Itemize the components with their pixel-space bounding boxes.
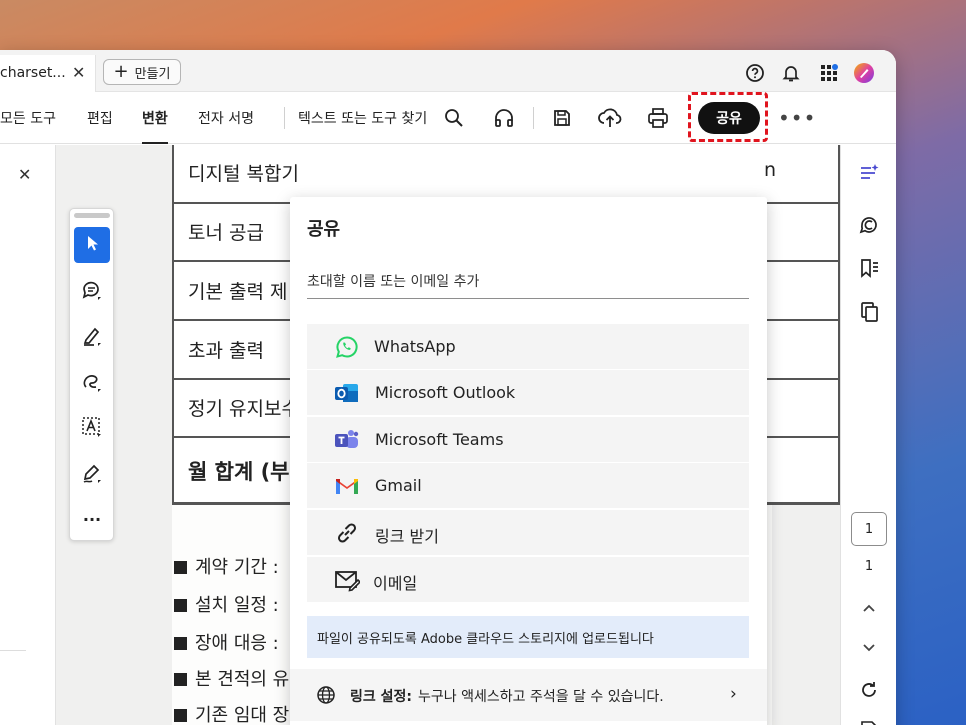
upload-icon[interactable] xyxy=(598,106,622,130)
text-box-tool[interactable] xyxy=(74,411,110,447)
share-panel: 공유 초대할 이름 또는 이메일 추가 WhatsApp Microsoft O… xyxy=(290,197,767,725)
table-cell: 정기 유지보수 xyxy=(188,398,299,420)
share-option-label: Microsoft Outlook xyxy=(375,383,516,402)
document-tab[interactable]: charset... ✕ xyxy=(0,55,96,92)
close-panel-icon[interactable]: ✕ xyxy=(18,165,31,184)
share-button[interactable]: 공유 xyxy=(698,102,760,134)
print-icon[interactable] xyxy=(646,106,670,130)
table-cell: 월 합계 (부 xyxy=(188,460,290,484)
save-icon[interactable] xyxy=(550,106,574,130)
table-cell: 디지털 복합기 xyxy=(188,163,299,185)
menu-convert[interactable]: 변환 xyxy=(142,108,168,144)
share-panel-title: 공유 xyxy=(307,219,341,240)
select-icon xyxy=(83,234,101,256)
pages-icon[interactable] xyxy=(857,300,881,324)
tab-title: charset... xyxy=(0,65,66,81)
link-settings-label: 링크 설정: xyxy=(350,689,412,705)
app-window: charset... ✕ + 만들기 모든 도구 편집 변환 전자 서명 텍스트… xyxy=(0,50,896,725)
invite-input[interactable]: 초대할 이름 또는 이메일 추가 xyxy=(307,267,749,299)
link-settings-value: 누구나 액세스하고 주석을 달 수 있습니다. xyxy=(418,689,664,705)
more-options-icon[interactable]: ••• xyxy=(778,106,816,130)
whatsapp-icon xyxy=(334,334,360,360)
panel-divider xyxy=(0,650,26,651)
outlook-icon xyxy=(334,380,360,406)
teams-icon xyxy=(334,427,360,453)
draw-icon xyxy=(81,371,103,397)
highlight-icon xyxy=(81,325,103,351)
chevron-up-icon[interactable] xyxy=(857,597,881,621)
share-option-teams[interactable]: Microsoft Teams xyxy=(307,417,749,462)
share-option-label: Microsoft Teams xyxy=(375,430,504,449)
ai-assistant-icon[interactable] xyxy=(857,161,881,185)
toolbar-divider xyxy=(533,107,534,129)
sign-tool[interactable] xyxy=(74,457,110,493)
select-tool[interactable] xyxy=(74,227,110,263)
share-option-label: 링크 받기 xyxy=(375,527,439,546)
toolbar-divider xyxy=(284,107,285,129)
email-icon xyxy=(334,567,360,593)
menu-edit[interactable]: 편집 xyxy=(87,108,113,128)
bookmarks-icon[interactable] xyxy=(857,256,881,280)
share-option-label: 이메일 xyxy=(373,574,418,593)
current-page-input[interactable]: 1 xyxy=(851,512,887,546)
share-option-get-link[interactable]: 링크 받기 xyxy=(307,510,749,555)
comment-icon xyxy=(81,279,103,305)
link-icon xyxy=(334,520,360,546)
more-tools-button[interactable]: ··· xyxy=(74,501,110,537)
fit-page-icon[interactable] xyxy=(857,719,881,725)
create-button[interactable]: + 만들기 xyxy=(103,59,181,85)
search-icon[interactable] xyxy=(442,106,466,130)
tab-bar: charset... ✕ + 만들기 xyxy=(0,50,896,92)
main-toolbar: 모든 도구 편집 변환 전자 서명 텍스트 또는 도구 찾기 공유 ••• xyxy=(0,92,896,144)
chevron-right-icon[interactable]: › xyxy=(730,684,737,704)
table-cell: 초과 출력 xyxy=(188,340,264,362)
right-rail: 1 1 xyxy=(840,145,896,725)
left-panel: ✕ xyxy=(0,145,56,725)
share-option-gmail[interactable]: Gmail xyxy=(307,463,749,508)
highlight-tool[interactable] xyxy=(74,320,110,356)
tab-close-icon[interactable]: ✕ xyxy=(72,63,85,82)
rotate-icon[interactable] xyxy=(857,678,881,702)
sign-icon xyxy=(81,462,103,488)
list-item: 계약 기간 : xyxy=(174,553,279,579)
help-icon[interactable] xyxy=(744,62,766,84)
create-button-label: 만들기 xyxy=(134,66,171,82)
table-cell: 기본 출력 제 xyxy=(188,281,288,303)
share-option-label: Gmail xyxy=(375,476,422,495)
draw-tool[interactable] xyxy=(74,366,110,402)
plus-icon: + xyxy=(113,61,129,82)
text-box-icon xyxy=(81,416,103,442)
quick-tools-bar: ··· xyxy=(69,208,114,541)
search-tools-field[interactable]: 텍스트 또는 도구 찾기 xyxy=(298,108,427,128)
globe-icon xyxy=(316,685,336,705)
menu-e-sign[interactable]: 전자 서명 xyxy=(198,108,254,128)
table-row: 디지털 복합기 n xyxy=(172,145,840,204)
drag-handle[interactable] xyxy=(74,213,110,218)
gmail-icon xyxy=(334,473,360,499)
upload-info-banner: 파일이 공유되도록 Adobe 클라우드 스토리지에 업로드됩니다 xyxy=(307,616,749,658)
comment-tool[interactable] xyxy=(74,274,110,310)
avatar-icon[interactable] xyxy=(853,62,875,84)
share-option-whatsapp[interactable]: WhatsApp xyxy=(307,324,749,369)
share-option-email[interactable]: 이메일 xyxy=(307,557,749,602)
list-item: 장애 대응 : xyxy=(174,629,279,655)
table-cell: n xyxy=(764,159,777,181)
share-option-label: WhatsApp xyxy=(374,337,456,356)
link-settings-row[interactable]: 링크 설정: 누구나 액세스하고 주석을 달 수 있습니다. › xyxy=(290,669,767,721)
bell-icon[interactable] xyxy=(780,62,802,84)
headphones-icon[interactable] xyxy=(492,106,516,130)
comments-panel-icon[interactable] xyxy=(857,213,881,237)
table-cell: 토너 공급 xyxy=(188,222,264,244)
menu-all-tools[interactable]: 모든 도구 xyxy=(0,108,56,128)
list-item: 설치 일정 : xyxy=(174,591,279,617)
total-pages: 1 xyxy=(864,559,874,574)
apps-icon[interactable] xyxy=(818,62,840,84)
share-option-outlook[interactable]: Microsoft Outlook xyxy=(307,370,749,415)
chevron-down-icon[interactable] xyxy=(857,635,881,659)
